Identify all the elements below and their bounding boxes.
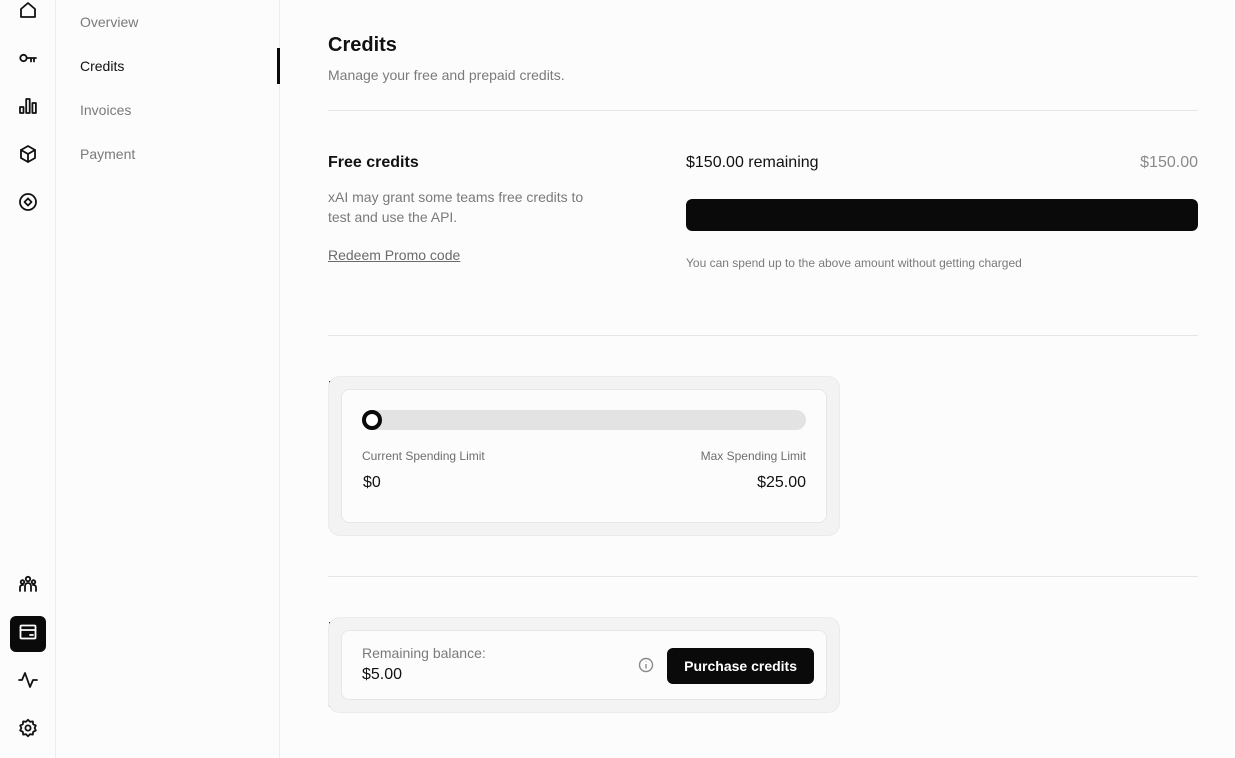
- rail-home-button[interactable]: [10, 0, 46, 30]
- rail-explore-button[interactable]: [10, 186, 46, 222]
- bar-chart-icon: [18, 96, 38, 121]
- rail-activity-button[interactable]: [10, 664, 46, 700]
- free-credits-progress-fill: [686, 199, 1198, 231]
- prepaid-credits-card: Remaining balance: $5.00 Purchase credit…: [328, 617, 840, 713]
- page-subtitle: Manage your free and prepaid credits.: [328, 67, 565, 83]
- prepaid-credits-inner-card: Remaining balance: $5.00 Purchase credit…: [341, 630, 827, 700]
- max-limit-label: Max Spending Limit: [700, 449, 806, 463]
- key-icon: [18, 48, 38, 73]
- subnav-item-overview[interactable]: Overview: [80, 14, 138, 30]
- subnav-item-invoices[interactable]: Invoices: [80, 102, 131, 118]
- spending-limit-card: Current Spending Limit Max Spending Limi…: [328, 376, 840, 536]
- icon-rail: [0, 0, 56, 758]
- current-limit-label: Current Spending Limit: [362, 449, 485, 463]
- free-credits-title: Free credits: [328, 154, 419, 171]
- billing-card-icon: [18, 622, 38, 647]
- billing-subnav: Overview Credits Invoices Payment: [56, 0, 280, 758]
- home-icon: [18, 0, 38, 25]
- redeem-promo-code-link[interactable]: Redeem Promo code: [328, 247, 460, 263]
- rail-usage-button[interactable]: [10, 90, 46, 126]
- max-limit-value: $25.00: [757, 474, 806, 491]
- cube-icon: [18, 144, 38, 169]
- current-limit-value: $0: [363, 474, 381, 491]
- info-icon[interactable]: [638, 657, 654, 673]
- rail-settings-button[interactable]: [10, 712, 46, 748]
- rail-team-button[interactable]: [10, 568, 46, 604]
- spending-limit-inner-card: Current Spending Limit Max Spending Limi…: [341, 389, 827, 523]
- app: Overview Credits Invoices Payment Credit…: [0, 0, 1235, 758]
- spending-limit-slider-thumb[interactable]: [362, 410, 382, 430]
- subnav-item-payment[interactable]: Payment: [80, 146, 135, 162]
- divider: [328, 576, 1198, 577]
- rail-models-button[interactable]: [10, 138, 46, 174]
- purchase-credits-button[interactable]: Purchase credits: [667, 648, 814, 684]
- free-credits-description: xAI may grant some teams free credits to…: [328, 189, 584, 225]
- remaining-balance-label: Remaining balance:: [362, 645, 486, 661]
- remaining-balance-value: $5.00: [362, 666, 403, 683]
- main-content: Credits Manage your free and prepaid cre…: [328, 0, 1198, 758]
- free-credits-panel: $150.00 remaining $150.00 You can spend …: [686, 0, 1198, 300]
- page-title: Credits: [328, 34, 397, 56]
- divider: [328, 335, 1198, 336]
- compass-icon: [18, 192, 38, 217]
- active-item-indicator: [277, 48, 280, 84]
- gear-icon: [18, 718, 38, 743]
- free-credits-progress-bar: [686, 199, 1198, 231]
- subnav-item-credits[interactable]: Credits: [80, 58, 124, 74]
- free-credits-remaining: $150.00 remaining: [686, 154, 819, 171]
- free-credits-total: $150.00: [1140, 154, 1198, 171]
- rail-api-keys-button[interactable]: [10, 42, 46, 78]
- free-credits-note: You can spend up to the above amount wit…: [686, 256, 1022, 270]
- rail-billing-button[interactable]: [10, 616, 46, 652]
- spending-limit-slider[interactable]: [362, 410, 806, 430]
- activity-icon: [18, 670, 38, 695]
- team-icon: [18, 574, 38, 599]
